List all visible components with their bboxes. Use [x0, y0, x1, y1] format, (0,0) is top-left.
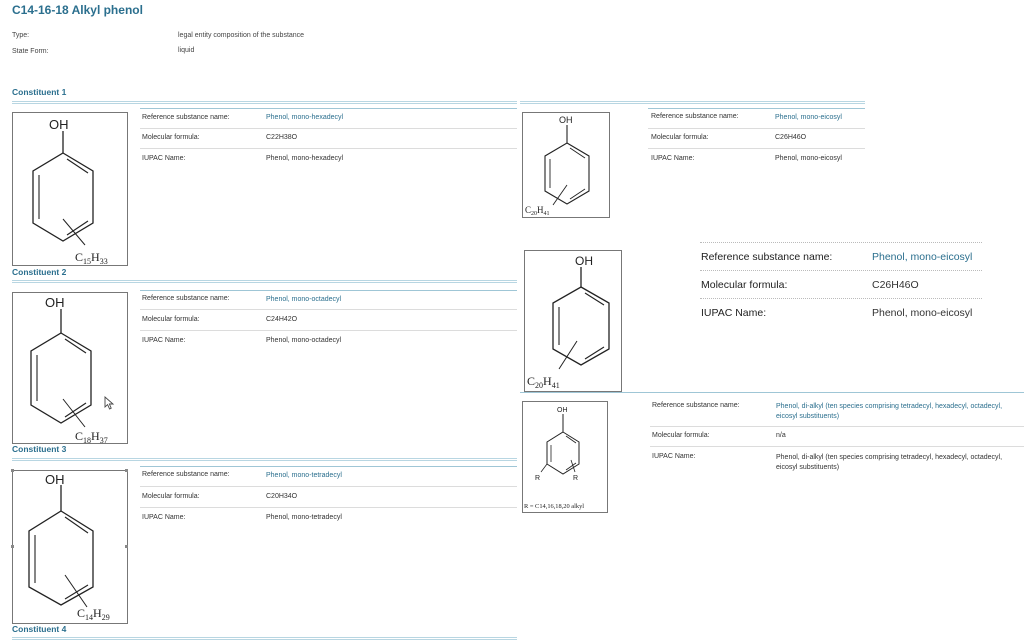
section-divider [12, 637, 517, 640]
molecular-formula-value: C26H46O [872, 279, 919, 291]
resize-handle[interactable] [11, 469, 14, 472]
molecular-formula-label: Molecular formula: [652, 432, 710, 439]
svg-text:C20H41: C20H41 [527, 374, 560, 390]
structure-image-hexadecyl: OH C15H33 [12, 112, 128, 266]
page-title: C14-16-18 Alkyl phenol [12, 3, 143, 17]
row-divider [140, 330, 517, 331]
constituent-4-heading: Constituent 4 [12, 624, 67, 634]
structure-image-eicosyl: OH C20H41 [522, 112, 610, 218]
phenol-structure-icon: OH C20H41 [525, 115, 590, 217]
structure-image-tetradecyl: OH C14H29 [11, 469, 128, 624]
row-divider [648, 128, 865, 129]
svg-text:C15H33: C15H33 [75, 250, 108, 265]
molecular-formula-label: Molecular formula: [142, 134, 200, 141]
resize-handle[interactable] [11, 545, 14, 548]
row-divider [700, 270, 982, 271]
reference-substance-label: Reference substance name: [142, 295, 230, 302]
type-value: legal entity composition of the substanc… [178, 32, 305, 39]
reference-substance-link[interactable]: Phenol, mono-eicosyl [872, 251, 972, 263]
reference-substance-label: Reference substance name: [701, 251, 833, 263]
molecular-formula-label: Molecular formula: [651, 134, 709, 141]
svg-text:C20H41: C20H41 [525, 205, 550, 217]
molecular-formula-value: C22H38O [266, 134, 298, 141]
reference-substance-label: Reference substance name: [651, 113, 739, 120]
molecular-formula-value: C20H34O [266, 493, 298, 500]
molecular-formula-value: C24H42O [266, 316, 298, 323]
iupac-name-value: Phenol, mono-eicosyl [872, 307, 973, 319]
svg-text:R: R [535, 475, 540, 482]
iupac-name-label: IUPAC Name: [651, 155, 695, 162]
row-divider [650, 426, 1024, 427]
svg-text:C14H29: C14H29 [77, 606, 110, 622]
structure-image-eicosyl-zoomed: OH C20H41 [524, 250, 622, 392]
constituent-1-heading: Constituent 1 [12, 87, 67, 97]
row-divider [140, 108, 517, 109]
iupac-name-label: IUPAC Name: [142, 155, 186, 162]
alkyl-caption: R = C14,16,18,20 alkyl [524, 503, 584, 510]
structure-image-octadecyl: OH C18H37 [12, 292, 128, 444]
iupac-name-value: Phenol, di-alkyl (ten species comprising… [776, 454, 1003, 471]
constituent-3-heading: Constituent 3 [12, 444, 67, 454]
molecular-formula-label: Molecular formula: [142, 493, 200, 500]
iupac-name-label: IUPAC Name: [142, 337, 186, 344]
row-divider [648, 108, 865, 109]
reference-substance-link[interactable]: Phenol, mono-hexadecyl [266, 114, 343, 121]
reference-substance-label: Reference substance name: [652, 402, 740, 409]
row-divider [140, 486, 517, 487]
mouse-pointer-icon [104, 396, 115, 410]
iupac-name-value: Phenol, mono-hexadecyl [266, 155, 344, 162]
section-divider [12, 458, 517, 461]
reference-substance-link[interactable]: Phenol, mono-octadecyl [266, 296, 341, 303]
row-divider [700, 242, 982, 243]
molecular-formula-value: n/a [776, 432, 786, 439]
row-divider [648, 148, 865, 149]
row-divider [140, 148, 517, 149]
state-form-value: liquid [178, 47, 195, 54]
row-divider [140, 309, 517, 310]
reference-substance-link[interactable]: Phenol, mono-eicosyl [775, 114, 842, 121]
svg-text:OH: OH [45, 295, 65, 310]
reference-substance-label: Reference substance name: [142, 114, 230, 121]
row-divider [140, 466, 517, 467]
phenol-structure-icon: OH R R R = C14,16,18,20 alkyl [524, 407, 584, 510]
phenol-structure-icon: OH C20H41 [527, 254, 610, 390]
resize-handle[interactable] [125, 545, 128, 548]
row-divider [650, 446, 1024, 447]
row-divider [140, 507, 517, 508]
phenol-structure-icon: OH C14H29 [28, 472, 110, 622]
svg-text:OH: OH [557, 407, 568, 414]
oh-group-label: OH [49, 117, 69, 132]
svg-text:OH: OH [45, 472, 65, 487]
iupac-name-value: Phenol, mono-octadecyl [266, 337, 342, 344]
iupac-name-label: IUPAC Name: [142, 514, 186, 521]
state-form-label: State Form: [12, 48, 49, 55]
section-divider [520, 101, 865, 104]
iupac-name-label: IUPAC Name: [652, 453, 696, 460]
row-divider [700, 298, 982, 299]
phenol-structure-icon: OH C18H37 [30, 295, 108, 443]
svg-text:OH: OH [559, 115, 573, 125]
svg-text:C18H37: C18H37 [75, 429, 108, 443]
row-divider [140, 290, 517, 291]
section-divider [520, 392, 1024, 393]
svg-text:R: R [573, 475, 578, 482]
svg-text:OH: OH [575, 254, 593, 268]
molecular-formula-label: Molecular formula: [701, 279, 788, 291]
type-label: Type: [12, 32, 30, 39]
reference-substance-label: Reference substance name: [142, 471, 230, 478]
phenol-structure-icon: OH C15H33 [32, 117, 108, 265]
molecular-formula-label: Molecular formula: [142, 316, 200, 323]
row-divider [140, 128, 517, 129]
reference-substance-link[interactable]: Phenol, di-alkyl (ten species comprising… [776, 402, 1016, 422]
iupac-name-value: Phenol, mono-tetradecyl [266, 514, 342, 521]
iupac-name-value: Phenol, mono-eicosyl [775, 155, 842, 162]
reference-substance-link[interactable]: Phenol, mono-tetradecyl [266, 472, 342, 479]
section-divider [12, 101, 517, 104]
constituent-2-heading: Constituent 2 [12, 267, 67, 277]
resize-handle[interactable] [125, 469, 128, 472]
section-divider [12, 280, 517, 283]
molecular-formula-value: C26H46O [775, 134, 807, 141]
iupac-name-label: IUPAC Name: [701, 307, 767, 319]
structure-image-dialkyl: OH R R R = C14,16,18,20 alkyl [522, 401, 608, 513]
